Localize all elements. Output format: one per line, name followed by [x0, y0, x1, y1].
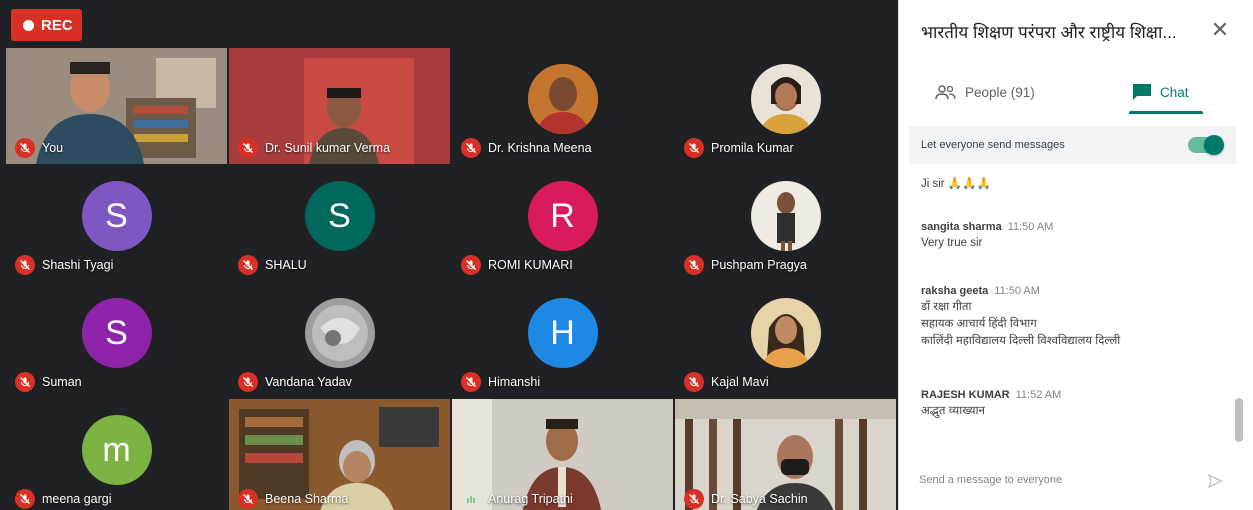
send-icon[interactable]: [1207, 473, 1223, 489]
chat-scrollbar[interactable]: [1235, 398, 1243, 442]
people-icon: [935, 85, 956, 100]
message-text: अद्भुत व्याख्यान: [921, 405, 985, 417]
meeting-title: भारतीय शिक्षण परंपरा और राष्ट्रीय शिक्षा…: [921, 23, 1177, 42]
mic-off-icon: [684, 138, 704, 158]
message-input[interactable]: Send a message to everyone: [919, 474, 1062, 486]
participant-name: Suman: [15, 372, 82, 392]
message-header: RAJESH KUMAR 11:52 AM: [921, 388, 1221, 403]
close-icon[interactable]: ✕: [1209, 19, 1231, 41]
mic-off-icon: [461, 138, 481, 158]
participant-name: Kajal Mavi: [684, 372, 769, 392]
participant-tile[interactable]: S SHALU: [229, 165, 450, 281]
participant-name: Pushpam Pragya: [684, 255, 807, 275]
participant-tile[interactable]: Dr. Krishna Meena: [452, 48, 673, 164]
initial-avatar: S: [81, 298, 152, 368]
message-time: 11:50 AM: [994, 285, 1040, 297]
allow-messages-row: Let everyone send messages: [909, 126, 1236, 164]
participant-tile[interactable]: m meena gargi: [6, 399, 227, 510]
message-text: Ji sir 🙏🙏🙏: [921, 178, 991, 190]
participant-tile[interactable]: You: [6, 48, 227, 164]
tab-chat[interactable]: Chat: [1129, 70, 1202, 114]
participant-name: Anurag Tripathi: [461, 489, 573, 509]
participant-photo-avatar: [750, 181, 821, 251]
participant-tile[interactable]: R ROMI KUMARI: [452, 165, 673, 281]
participant-tile[interactable]: S Suman: [6, 282, 227, 398]
mic-off-icon: [238, 138, 258, 158]
participant-photo-avatar: [527, 64, 598, 134]
mic-off-icon: [461, 372, 481, 392]
allow-messages-toggle[interactable]: [1188, 135, 1224, 155]
participant-tile[interactable]: Promila Kumar: [675, 48, 896, 164]
participant-name: Dr. Sabya Sachin: [684, 489, 808, 509]
tab-people-label: People (91): [965, 84, 1035, 100]
participant-tile[interactable]: Anurag Tripathi: [452, 399, 673, 510]
allow-messages-label: Let everyone send messages: [921, 139, 1065, 151]
participant-tile[interactable]: Beena Sharma: [229, 399, 450, 510]
record-dot-icon: [23, 19, 34, 31]
tab-chat-label: Chat: [1160, 84, 1189, 100]
message-text: डॉ रक्षा गीता: [921, 301, 972, 313]
mic-off-icon: [461, 255, 481, 275]
participant-tile[interactable]: Kajal Mavi: [675, 282, 896, 398]
recording-badge: REC: [11, 9, 82, 41]
message-sender: raksha geeta: [921, 285, 989, 297]
toggle-knob: [1204, 135, 1224, 155]
message-text: कालिंदी महाविद्यालय दिल्ली विश्वविद्यालय…: [921, 335, 1121, 347]
message-time: 11:52 AM: [1015, 389, 1062, 401]
participant-photo-avatar: [304, 298, 375, 368]
chat-icon: [1133, 84, 1151, 100]
participant-name: Himanshi: [461, 372, 540, 392]
mic-on-icon: [461, 489, 481, 509]
participant-tile[interactable]: S Shashi Tyagi: [6, 165, 227, 281]
participant-name: Vandana Yadav: [238, 372, 352, 392]
chat-message: Ji sir 🙏🙏🙏: [921, 176, 1221, 193]
mic-off-icon: [15, 138, 35, 158]
participant-tile[interactable]: Dr. Sunil kumar Verma: [229, 48, 450, 164]
mic-off-icon: [684, 489, 704, 509]
participant-name: ROMI KUMARI: [461, 255, 573, 275]
participant-tile[interactable]: Vandana Yadav: [229, 282, 450, 398]
recording-label: REC: [41, 16, 73, 34]
chat-message: RAJESH KUMAR 11:52 AM अद्भुत व्याख्यान: [921, 388, 1221, 420]
mic-off-icon: [15, 372, 35, 392]
participant-name: Beena Sharma: [238, 489, 348, 509]
message-header: raksha geeta 11:50 AM: [921, 284, 1221, 299]
panel-tabs: People (91) Chat: [899, 70, 1253, 114]
participant-tile[interactable]: Pushpam Pragya: [675, 165, 896, 281]
message-time: 11:50 AM: [1007, 221, 1054, 233]
initial-avatar: S: [304, 181, 375, 251]
message-sender: sangita sharma: [921, 221, 1002, 233]
participant-name: Dr. Krishna Meena: [461, 138, 592, 158]
initial-avatar: H: [527, 298, 598, 368]
video-grid: You Dr. Sunil kumar Verma Dr. Krishna Me…: [0, 0, 898, 510]
participant-name: Shashi Tyagi: [15, 255, 113, 275]
mic-off-icon: [238, 255, 258, 275]
mic-off-icon: [238, 372, 258, 392]
message-sender: RAJESH KUMAR: [921, 389, 1010, 401]
mic-off-icon: [684, 372, 704, 392]
chat-message: sangita sharma 11:50 AM Very true sir: [921, 220, 1221, 252]
participant-name: meena gargi: [15, 489, 112, 509]
mic-off-icon: [238, 489, 258, 509]
mic-off-icon: [15, 489, 35, 509]
participant-name: Promila Kumar: [684, 138, 794, 158]
side-panel: भारतीय शिक्षण परंपरा और राष्ट्रीय शिक्षा…: [898, 0, 1253, 510]
initial-avatar: m: [81, 415, 152, 485]
mic-off-icon: [684, 255, 704, 275]
participant-tile[interactable]: H Himanshi: [452, 282, 673, 398]
message-text: सहायक आचार्य हिंदी विभाग: [921, 318, 1037, 330]
message-header: sangita sharma 11:50 AM: [921, 220, 1221, 235]
mic-off-icon: [15, 255, 35, 275]
participant-name: Dr. Sunil kumar Verma: [238, 138, 390, 158]
participant-photo-avatar: [750, 298, 821, 368]
initial-avatar: S: [81, 181, 152, 251]
initial-avatar: R: [527, 181, 598, 251]
tab-people[interactable]: People (91): [935, 70, 1035, 114]
participant-tile[interactable]: Dr. Sabya Sachin: [675, 399, 896, 510]
message-text: Very true sir: [921, 237, 983, 249]
chat-message: raksha geeta 11:50 AM डॉ रक्षा गीता सहायक…: [921, 284, 1221, 350]
participant-name: SHALU: [238, 255, 307, 275]
participant-photo-avatar: [750, 64, 821, 134]
participant-name: You: [15, 138, 63, 158]
